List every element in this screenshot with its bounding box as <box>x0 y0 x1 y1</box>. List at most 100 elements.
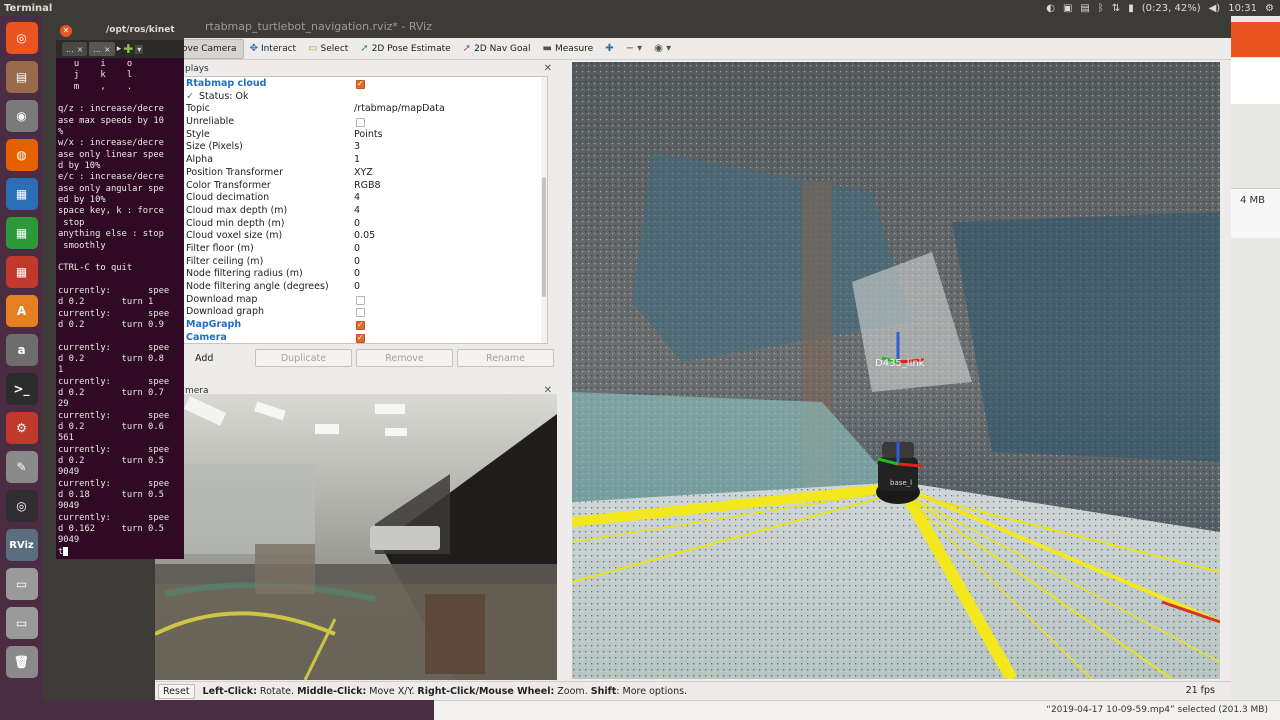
battery-icon[interactable]: ▮ <box>1128 3 1134 14</box>
remove-display-button[interactable]: Remove <box>356 349 453 367</box>
property-value[interactable]: 4 <box>354 192 360 205</box>
software-center-icon[interactable]: A <box>5 295 38 327</box>
property-checkbox[interactable] <box>356 332 365 343</box>
dropbox-icon[interactable]: ▣ <box>1063 3 1072 14</box>
terminal-title-bar[interactable]: ✕ /opt/ros/kinet <box>56 22 184 40</box>
property-checkbox[interactable] <box>356 308 365 318</box>
property-checkbox[interactable] <box>356 319 365 332</box>
terminal-output[interactable]: u i o j k l m , . q/z : increase/decre a… <box>58 59 182 558</box>
property-value[interactable]: Points <box>354 129 383 142</box>
scrollbar-thumb[interactable] <box>542 177 546 297</box>
drive-icon[interactable]: ▭ <box>5 568 38 600</box>
tab-menu-icon[interactable]: ▾ <box>135 44 144 54</box>
clock[interactable]: 10:31 <box>1228 3 1257 14</box>
camera-image-view[interactable] <box>155 394 557 680</box>
display-tree-row[interactable]: Download map <box>156 294 546 307</box>
tab-close-icon[interactable]: × <box>77 45 84 54</box>
property-checkbox[interactable] <box>356 78 365 91</box>
display-tree-row[interactable]: Download graph <box>156 306 546 319</box>
power-gear-icon[interactable]: ⚙ <box>1265 3 1274 14</box>
calc-icon[interactable]: ▦ <box>5 217 38 249</box>
display-tree-row[interactable]: Camera <box>156 332 546 343</box>
property-value[interactable]: 3 <box>354 141 360 154</box>
terminal-icon[interactable]: >_ <box>5 373 38 405</box>
3d-render-view[interactable]: D435_link base_l <box>572 62 1220 679</box>
amazon-icon[interactable]: a <box>5 334 38 366</box>
display-tree-row[interactable]: Cloud decimation 4 <box>156 192 546 205</box>
add-display-button[interactable]: Add <box>185 349 223 367</box>
terminal-tab-2[interactable]: ... × <box>89 42 115 56</box>
property-value[interactable]: 0 <box>354 268 360 281</box>
display-tree-row[interactable]: Cloud max depth (m) 4 <box>156 205 546 218</box>
display-tree-row[interactable]: Position Transformer XYZ <box>156 167 546 180</box>
close-icon[interactable]: ✕ <box>60 25 72 37</box>
property-value[interactable]: RGB8 <box>354 180 381 193</box>
new-tab-icon[interactable]: ✚ <box>123 42 133 56</box>
display-tree-row[interactable]: Style Points <box>156 129 546 142</box>
interact-tool[interactable]: ✥ Interact <box>244 39 303 59</box>
nav-goal-tool[interactable]: ➚ 2D Nav Goal <box>457 39 537 59</box>
property-name: Rtabmap cloud <box>186 78 267 89</box>
pose-estimate-tool[interactable]: ➚ 2D Pose Estimate <box>354 39 456 59</box>
display-tree-row[interactable]: Filter ceiling (m) 0 <box>156 256 546 269</box>
rviz-icon[interactable]: RViz <box>5 529 38 561</box>
display-tree-row[interactable]: ✓ Status: Ok <box>156 91 546 104</box>
property-value[interactable]: 0 <box>354 281 360 294</box>
property-value[interactable]: 0 <box>354 218 360 231</box>
keyboard-icon[interactable]: ▤ <box>1080 3 1089 14</box>
property-checkbox[interactable] <box>356 118 365 128</box>
network-icon[interactable]: ⇅ <box>1112 3 1120 14</box>
measure-tool[interactable]: ▬ Measure <box>537 39 600 59</box>
display-tree-row[interactable]: Color Transformer RGB8 <box>156 180 546 193</box>
display-tree-row[interactable]: Cloud voxel size (m) 0.05 <box>156 230 546 243</box>
property-value[interactable]: /rtabmap/mapData <box>354 103 445 116</box>
duplicate-display-button[interactable]: Duplicate <box>255 349 352 367</box>
move-camera-tool[interactable]: ove Camera <box>175 38 244 59</box>
volume-icon[interactable]: ◀) <box>1209 3 1221 14</box>
display-tree-row[interactable]: Filter floor (m) 0 <box>156 243 546 256</box>
property-value[interactable]: 0.05 <box>354 230 375 243</box>
tab-close-icon[interactable]: × <box>104 45 111 54</box>
reset-button[interactable]: Reset <box>158 683 195 699</box>
remove-tool-menu[interactable]: − ▾ <box>620 39 649 59</box>
impress-icon[interactable]: ▦ <box>5 256 38 288</box>
screenshot-icon[interactable]: ◉ <box>5 100 38 132</box>
display-tree-row[interactable]: Node filtering radius (m) 0 <box>156 268 546 281</box>
bluetooth-icon[interactable]: ᛒ <box>1098 3 1104 14</box>
property-value[interactable]: 4 <box>354 205 360 218</box>
tab-scroll-icon[interactable]: ▸ <box>117 44 122 54</box>
display-tree-row[interactable]: Unreliable <box>156 116 546 129</box>
add-tool-button[interactable]: ✚ <box>599 39 619 59</box>
background-window-pane <box>1230 58 1280 104</box>
battery-status[interactable]: (0:23, 42%) <box>1142 3 1201 14</box>
ubuntu-one-icon[interactable]: ◐ <box>1046 3 1055 14</box>
property-value[interactable]: XYZ <box>354 167 373 180</box>
text-editor-icon[interactable]: ✎ <box>5 451 38 483</box>
property-value[interactable]: 0 <box>354 256 360 269</box>
rename-display-button[interactable]: Rename <box>457 349 554 367</box>
ubuntu-logo-icon[interactable]: ◎ <box>5 22 38 54</box>
display-tree-scrollbar[interactable] <box>541 77 547 343</box>
display-tree-row[interactable]: Alpha 1 <box>156 154 546 167</box>
obs-icon[interactable]: ◎ <box>5 490 38 522</box>
property-value[interactable]: 0 <box>354 243 360 256</box>
display-tree-row[interactable]: Topic/rtabmap/mapData <box>156 103 546 116</box>
displays-close-icon[interactable]: ✕ <box>544 63 552 74</box>
firefox-icon[interactable]: ◍ <box>5 139 38 171</box>
display-tree-row[interactable]: Cloud min depth (m) 0 <box>156 218 546 231</box>
terminal-tab-1[interactable]: ... × <box>62 42 88 56</box>
property-checkbox[interactable] <box>356 295 365 305</box>
files-icon[interactable]: ▤ <box>5 61 38 93</box>
writer-icon[interactable]: ▦ <box>5 178 38 210</box>
property-value[interactable]: 1 <box>354 154 360 167</box>
display-tree-row[interactable]: Rtabmap cloud <box>156 78 546 91</box>
select-tool[interactable]: ▭ Select <box>302 39 354 59</box>
settings-icon[interactable]: ⚙ <box>5 412 38 444</box>
drive-2-icon[interactable]: ▭ <box>5 607 38 639</box>
display-tree-row[interactable]: Node filtering angle (degrees) 0 <box>156 281 546 294</box>
rviz-title-bar[interactable]: rtabmap_turtlebot_navigation.rviz* - RVi… <box>155 16 1231 38</box>
trash-icon[interactable]: 🗑 <box>5 646 38 678</box>
camera-type-menu[interactable]: ◉ ▾ <box>648 39 677 59</box>
display-tree-row[interactable]: Size (Pixels) 3 <box>156 141 546 154</box>
display-tree-row[interactable]: MapGraph <box>156 319 546 332</box>
